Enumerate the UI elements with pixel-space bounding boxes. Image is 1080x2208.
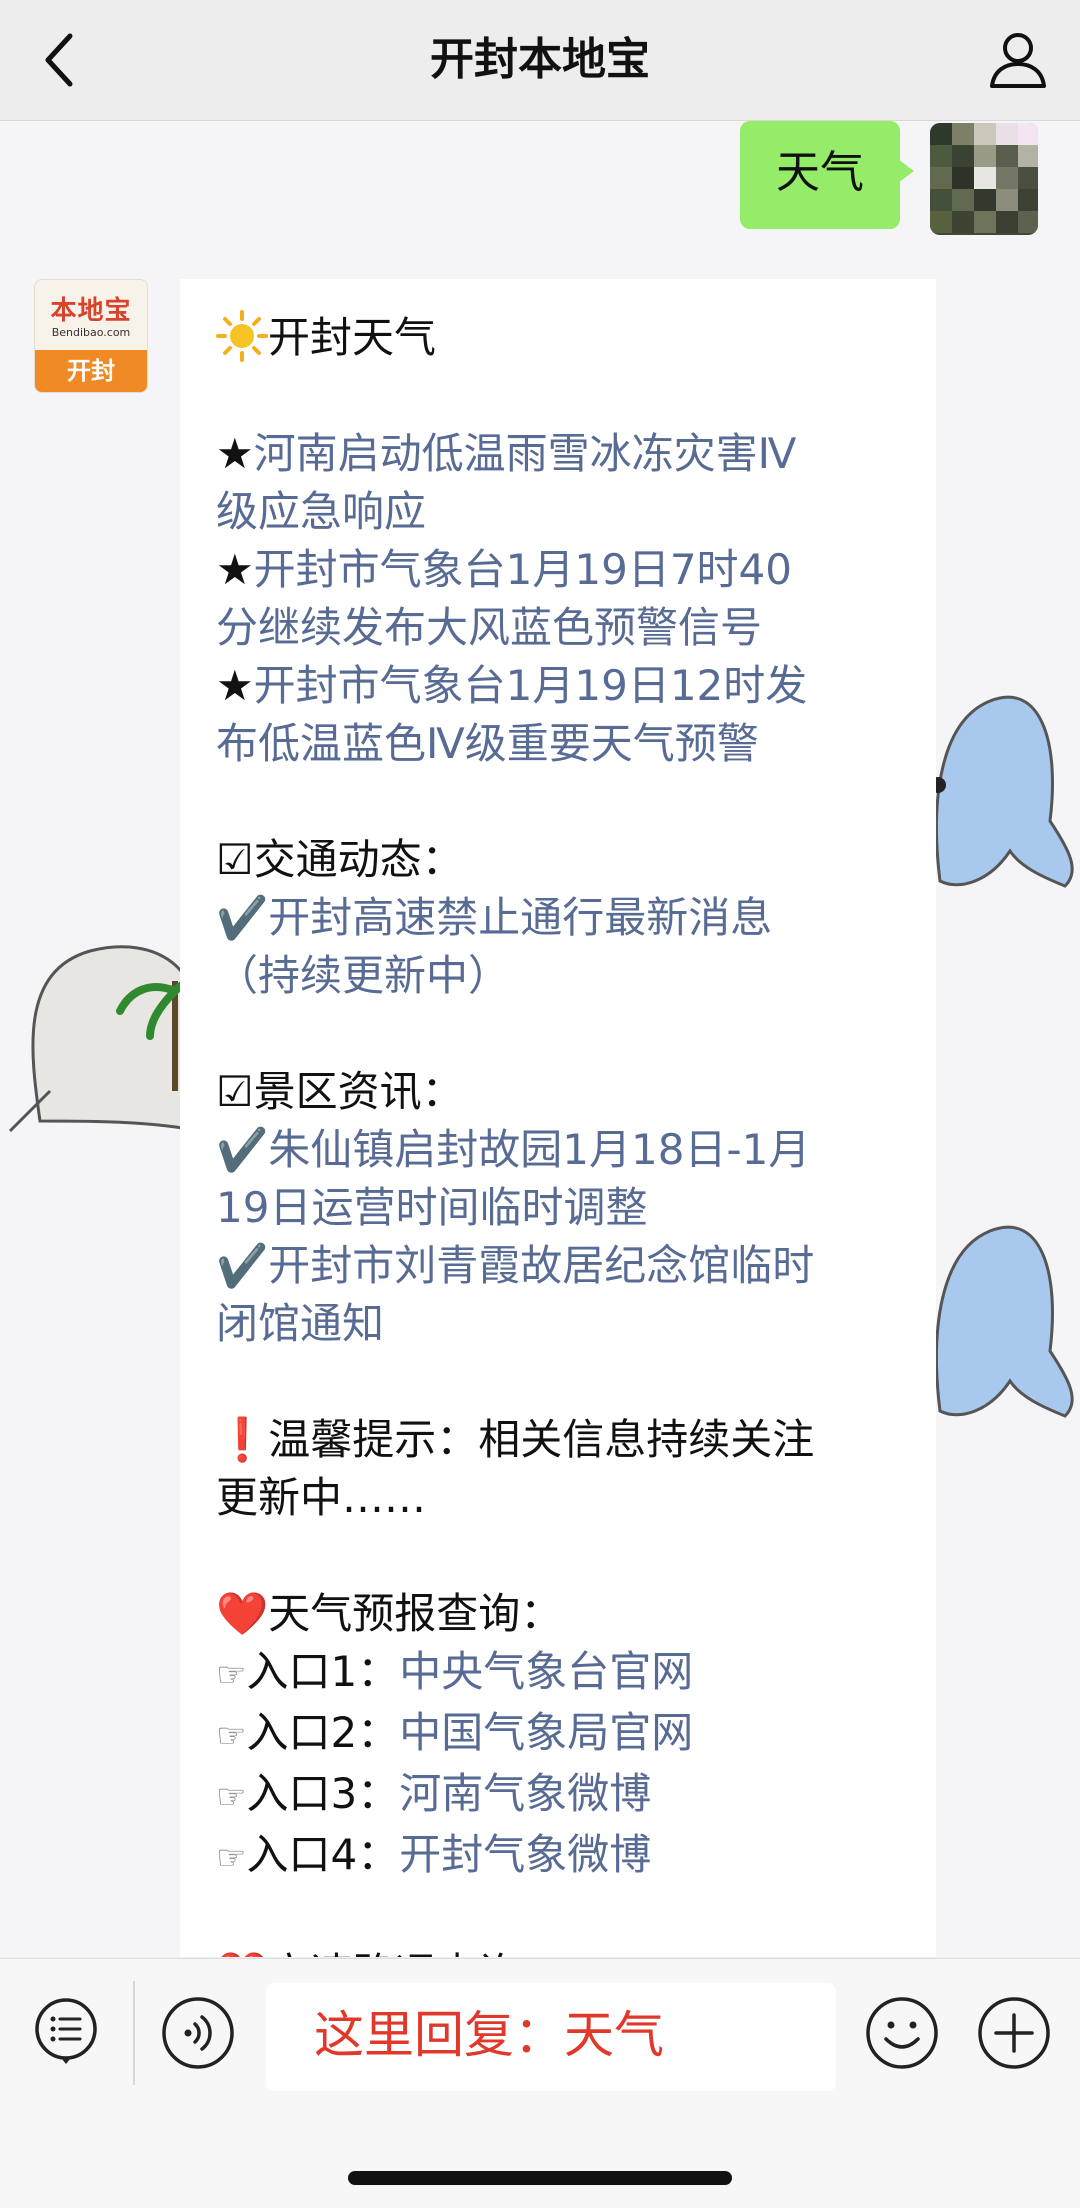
traffic-link-1[interactable]: 开封高速禁止通行最新消息 [268, 893, 772, 942]
traffic-heading: ☑交通动态： [216, 835, 464, 884]
scenic-link-2[interactable]: 开封市刘青霞故居纪念馆临时 [268, 1241, 814, 1290]
news-link-1-cont[interactable]: 级应急响应 [216, 483, 900, 541]
news-link-2-cont[interactable]: 分继续发布大风蓝色预警信号 [216, 599, 900, 657]
person-icon[interactable] [986, 28, 1050, 92]
news-item-2[interactable]: ★开封市气象台1月19日7时40 [216, 541, 900, 599]
entry-label: 入口1： [246, 1647, 400, 1696]
forecast-heading-line: ❤️天气预报查询： [216, 1585, 900, 1643]
star-icon: ★ [216, 429, 254, 478]
user-avatar[interactable] [930, 123, 1038, 235]
chat-area[interactable]: 天气 本地宝 Bendibao.com 开封 开封天气 ★河南启动低温雨雪冰冻灾… [0, 121, 1080, 1957]
tip-text: 温馨提示：相关信息持续关注 [268, 1415, 815, 1464]
forecast-entry-2[interactable]: ☞入口2：中国气象局官网 [216, 1704, 900, 1765]
star-icon: ★ [216, 545, 254, 594]
entry-label: 入口2： [246, 1708, 400, 1757]
pointing-hand-icon: ☞ [216, 1838, 247, 1878]
toolbar-divider [133, 1981, 135, 2085]
background-doodle-ghost-right-top [930, 695, 1074, 888]
forecast-link-3[interactable]: 河南气象微博 [399, 1769, 651, 1818]
message-input[interactable]: 这里回复：天气 [266, 1983, 836, 2091]
input-toolbar: 这里回复：天气 [0, 1958, 1080, 2208]
scenic-item-1[interactable]: ✔️朱仙镇启封故园1月18日-1月 [216, 1121, 900, 1179]
heart-icon: ❤️ [216, 1949, 268, 1957]
forecast-link-1[interactable]: 中央气象台官网 [399, 1647, 693, 1696]
logo-url: Bendibao.com [51, 326, 131, 339]
forecast-link-4[interactable]: 开封气象微博 [399, 1830, 651, 1879]
logo-city: 开封 [35, 350, 147, 392]
bot-message-bubble: 开封天气 ★河南启动低温雨雪冰冻灾害Ⅳ 级应急响应 ★开封市气象台1月19日7时… [180, 279, 936, 1957]
check-icon: ✔️ [216, 893, 269, 942]
background-doodle-ghost-right-bottom [935, 1225, 1074, 1418]
pointing-hand-icon: ☞ [216, 1777, 247, 1817]
bot-message-text: 开封天气 ★河南启动低温雨雪冰冻灾害Ⅳ 级应急响应 ★开封市气象台1月19日7时… [216, 309, 900, 1957]
tip-line-1: ❗温馨提示：相关信息持续关注 [216, 1411, 900, 1469]
emoji-icon[interactable] [864, 1995, 940, 2071]
star-icon: ★ [216, 661, 254, 710]
scenic-link-1[interactable]: 朱仙镇启封故园1月18日-1月 [268, 1125, 810, 1174]
entry-label: 入口3： [246, 1769, 400, 1818]
background-doodle-ghost-left [8, 945, 200, 1133]
scenic-heading: ☑景区资讯： [216, 1067, 464, 1116]
news-item-1[interactable]: ★河南启动低温雨雪冰冻灾害Ⅳ [216, 425, 900, 483]
menu-list-icon[interactable] [32, 1997, 100, 2065]
forecast-heading: 天气预报查询： [268, 1589, 563, 1638]
entry-label: 入口4： [246, 1830, 400, 1879]
voice-icon[interactable] [160, 1995, 236, 2071]
forecast-entry-1[interactable]: ☞入口1：中央气象台官网 [216, 1643, 900, 1704]
scenic-link-2-cont[interactable]: 闭馆通知 [216, 1295, 900, 1353]
message-title: 开封天气 [268, 313, 437, 362]
forecast-entry-3[interactable]: ☞入口3：河南气象微博 [216, 1765, 900, 1826]
user-message-bubble[interactable]: 天气 [740, 121, 914, 229]
next-heading: 高速路况查询 [268, 1949, 520, 1957]
news-link-3-cont[interactable]: 布低温蓝色Ⅳ级重要天气预警 [216, 715, 900, 773]
heart-icon: ❤️ [216, 1589, 269, 1638]
news-item-3[interactable]: ★开封市气象台1月19日12时发 [216, 657, 900, 715]
check-icon: ✔️ [216, 1241, 269, 1290]
next-heading-line: ❤️高速路况查询 [216, 1945, 900, 1957]
news-link-2[interactable]: 开封市气象台1月19日7时40 [254, 545, 792, 594]
logo-text: 本地宝 [50, 296, 132, 326]
forecast-entry-4[interactable]: ☞入口4：开封气象微博 [216, 1826, 900, 1887]
tip-line-2: 更新中…… [216, 1473, 427, 1522]
official-account-avatar[interactable]: 本地宝 Bendibao.com 开封 [34, 279, 148, 393]
pointing-hand-icon: ☞ [216, 1655, 247, 1695]
scenic-link-1-cont[interactable]: 19日运营时间临时调整 [216, 1179, 900, 1237]
home-indicator[interactable] [348, 2171, 732, 2185]
exclamation-icon: ❗ [216, 1415, 269, 1464]
plus-icon[interactable] [976, 1995, 1052, 2071]
scenic-item-2[interactable]: ✔️开封市刘青霞故居纪念馆临时 [216, 1237, 900, 1295]
news-link-3[interactable]: 开封市气象台1月19日12时发 [254, 661, 808, 710]
news-link-1[interactable]: 河南启动低温雨雪冰冻灾害Ⅳ [254, 429, 797, 478]
traffic-item-1[interactable]: ✔️开封高速禁止通行最新消息 [216, 889, 900, 947]
check-icon: ✔️ [216, 1125, 269, 1174]
page-title: 开封本地宝 [430, 34, 650, 85]
pointing-hand-icon: ☞ [216, 1716, 247, 1756]
nav-bar: 开封本地宝 [0, 0, 1080, 121]
forecast-link-2[interactable]: 中国气象局官网 [399, 1708, 693, 1757]
traffic-link-1-cont[interactable]: （持续更新中） [216, 947, 900, 1005]
sun-icon [216, 310, 268, 362]
message-title-line: 开封天气 [216, 309, 900, 367]
